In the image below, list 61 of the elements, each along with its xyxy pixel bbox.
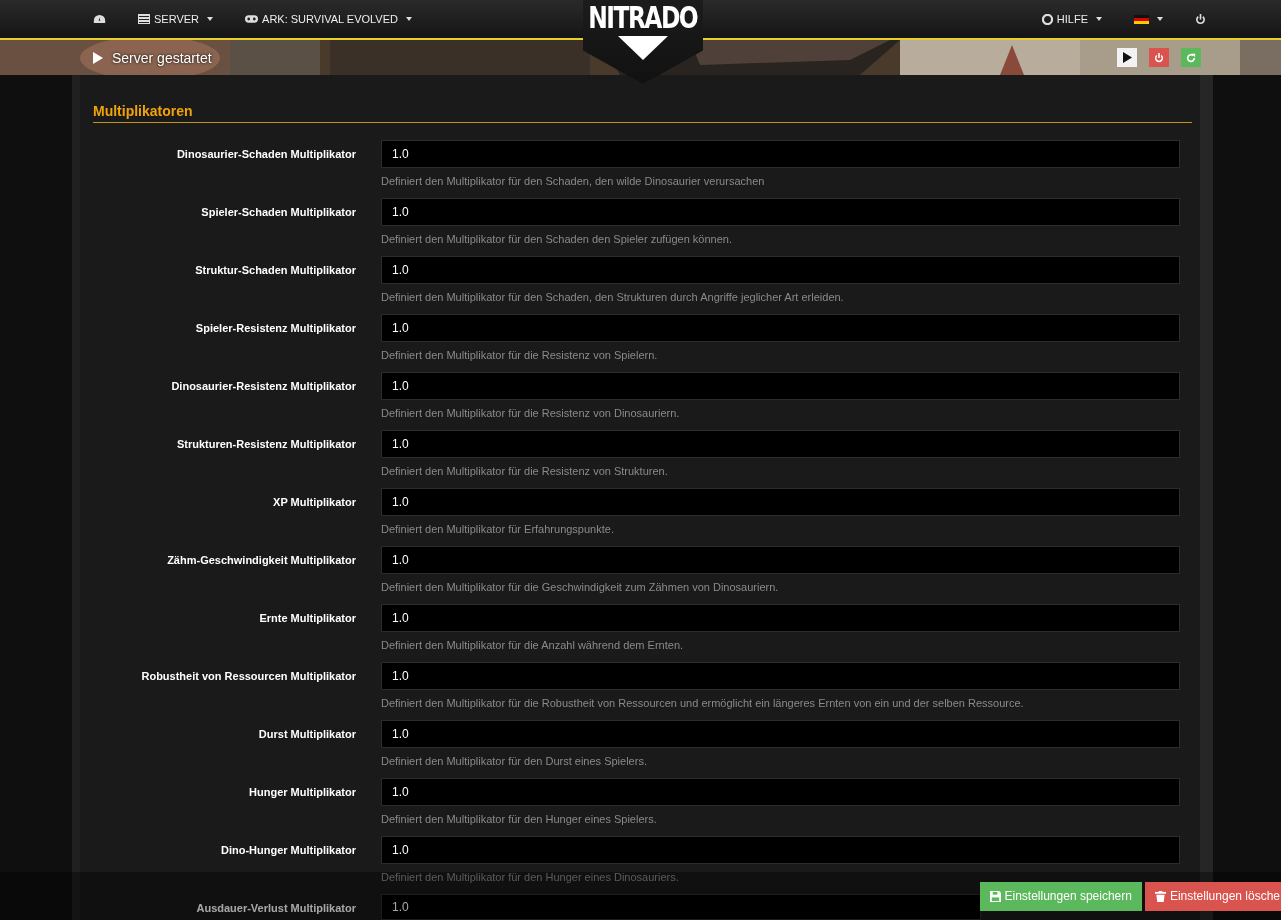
field-label: Zähm-Geschwindigkeit Multiplikator: [166, 553, 356, 566]
input-field[interactable]: 1.0: [381, 778, 1180, 806]
play-icon: [93, 51, 103, 64]
input-field[interactable]: 1.0: [381, 894, 981, 920]
input-field[interactable]: 1.0: [381, 546, 1180, 574]
field-label: Ausdauer-Verlust Multiplikator: [195, 901, 356, 914]
field-label: Spieler-Resistenz Multiplikator: [194, 321, 356, 334]
input-field[interactable]: 1.0: [381, 720, 1180, 748]
play-icon: [1122, 52, 1132, 63]
field-label: Dinosaurier-Schaden Multiplikator: [175, 147, 356, 160]
refresh-icon: [1186, 52, 1196, 63]
gamepad-icon: [245, 15, 259, 23]
delete-settings-button[interactable]: Einstellungen lösche: [1144, 881, 1281, 911]
field-label: Spieler-Schaden Multiplikator: [200, 205, 356, 218]
stop-button[interactable]: [1149, 48, 1169, 67]
field-label: Durst Multiplikator: [257, 727, 356, 740]
input-field[interactable]: 1.0: [381, 372, 1180, 400]
field-label: Robustheit von Ressourcen Multiplikator: [140, 669, 356, 682]
server-status: Server gestartet: [93, 49, 212, 66]
help-text: Definiert den Multiplikator für die Resistenz von Dinosauriern.: [381, 407, 681, 420]
field-label: Strukturen-Resistenz Multiplikator: [175, 437, 356, 450]
help-text: Definiert den Multiplikator für die Robustheit von Ressourcen und ermöglicht ein längeres Ernten von ein und der selben Ressource.: [381, 697, 1025, 710]
field-label: Ernte Multiplikator: [258, 611, 356, 624]
help-text: Definiert den Multiplikator für die Geschwindigkeit zum Zähmen von Dinosauriern.: [381, 581, 780, 594]
help-text: Definiert den Multiplikator für den Hunger eines Spielers.: [381, 813, 658, 826]
german-flag-icon: [1134, 14, 1149, 24]
help-text: Definiert den Multiplikator für die Resistenz von Spielern.: [381, 349, 659, 362]
input-field[interactable]: 1.0: [381, 488, 1180, 516]
game-menu[interactable]: ARK: SURVIVAL EVOLVED: [242, 9, 415, 29]
help-text: Definiert den Multiplikator für den Hunger eines Dinosauriers.: [381, 871, 680, 884]
field-label: Struktur-Schaden Multiplikator: [194, 263, 356, 276]
input-field[interactable]: 1.0: [381, 140, 1180, 168]
input-field[interactable]: 1.0: [381, 314, 1180, 342]
speedometer-icon: [93, 14, 106, 24]
field-label: Dino-Hunger Multiplikator: [219, 843, 356, 856]
input-field[interactable]: 1.0: [381, 198, 1180, 226]
server-menu[interactable]: SERVER: [135, 9, 217, 29]
field-label: XP Multiplikator: [272, 495, 356, 508]
power-icon: [1154, 52, 1164, 63]
field-label: Dinosaurier-Resistenz Multiplikator: [170, 379, 356, 392]
input-field[interactable]: 1.0: [381, 604, 1180, 632]
triangle-icon: [618, 36, 668, 60]
help-text: Definiert den Multiplikator für die Anzahl während dem Ernten.: [381, 639, 685, 652]
trash-icon: [1154, 890, 1166, 902]
input-field[interactable]: 1.0: [381, 662, 1180, 690]
section-title: Multiplikatoren: [93, 103, 1192, 123]
field-label: Hunger Multiplikator: [248, 785, 356, 798]
server-list-icon: [138, 14, 150, 24]
help-text: Definiert den Multiplikator für den Schaden, den Strukturen durch Angriffe jeglicher Art erleiden.: [381, 291, 845, 304]
help-text: Definiert den Multiplikator für den Schaden den Spieler zufügen können.: [381, 233, 733, 246]
help-text: Definiert den Multiplikator für die Resistenz von Strukturen.: [381, 465, 669, 478]
power-icon: [1195, 13, 1206, 25]
start-button[interactable]: [1117, 48, 1137, 67]
input-field[interactable]: 1.0: [381, 256, 1180, 284]
help-text: Definiert den Multiplikator für den Durst eines Spielers.: [381, 755, 648, 768]
input-field[interactable]: 1.0: [381, 430, 1180, 458]
help-text: Definiert den Multiplikator für Erfahrungspunkte.: [381, 523, 615, 536]
help-menu[interactable]: HILFE: [1038, 9, 1105, 29]
help-text: Definiert den Multiplikator für den Schaden, den wilde Dinosaurier verursachen: [381, 175, 766, 188]
restart-button[interactable]: [1181, 48, 1201, 67]
input-field[interactable]: 1.0: [381, 836, 1180, 864]
